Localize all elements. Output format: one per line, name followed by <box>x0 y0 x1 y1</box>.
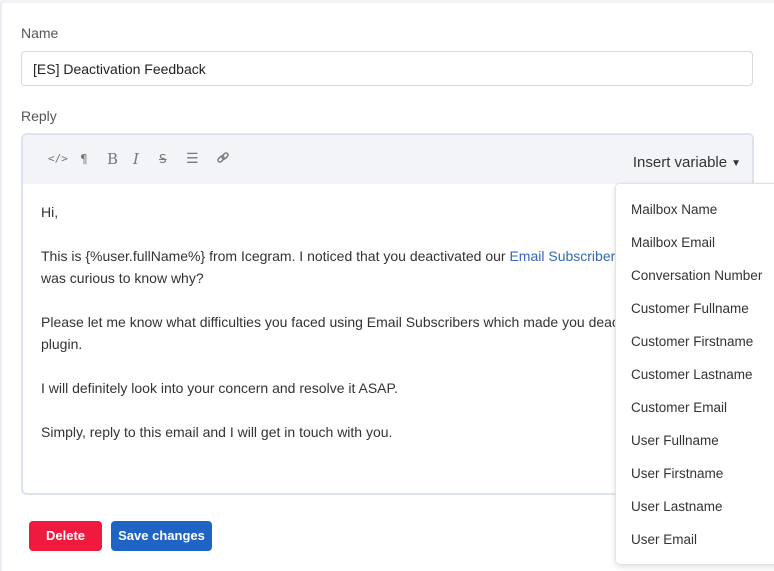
insert-variable-button[interactable]: Insert variable ▼ <box>633 154 741 171</box>
variable-mailbox-name[interactable]: Mailbox Name <box>631 202 717 217</box>
variable-customer-firstname[interactable]: Customer Firstname <box>631 334 753 349</box>
variable-customer-lastname[interactable]: Customer Lastname <box>631 367 753 382</box>
paragraph-icon[interactable]: ¶ <box>80 151 88 167</box>
variable-mailbox-email[interactable]: Mailbox Email <box>631 235 715 250</box>
email-subscribers-link[interactable]: Email Subscribers <box>509 248 622 264</box>
left-edge <box>0 3 2 571</box>
top-bar <box>0 0 774 3</box>
reply-label: Reply <box>21 108 57 124</box>
strikethrough-icon[interactable]: S <box>159 151 167 167</box>
chevron-down-icon: ▼ <box>731 158 741 169</box>
variable-user-email[interactable]: User Email <box>631 532 697 547</box>
variable-user-fullname[interactable]: User Fullname <box>631 433 719 448</box>
name-input[interactable]: [ES] Deactivation Feedback <box>21 51 753 86</box>
variable-conversation-number[interactable]: Conversation Number <box>631 268 762 283</box>
link-icon[interactable] <box>216 151 230 169</box>
save-changes-button[interactable]: Save changes <box>111 521 212 551</box>
name-label: Name <box>21 25 59 41</box>
insert-variable-label: Insert variable <box>632 154 728 171</box>
italic-icon[interactable]: I <box>133 151 139 167</box>
code-icon[interactable]: </> <box>48 151 68 167</box>
variable-customer-fullname[interactable]: Customer Fullname <box>631 301 749 316</box>
delete-button[interactable]: Delete <box>29 521 102 551</box>
editor-toolbar: </> ¶ B I S ☰ Insert variable ▼ <box>23 135 752 184</box>
variable-user-lastname[interactable]: User Lastname <box>631 499 723 514</box>
variable-user-firstname[interactable]: User Firstname <box>631 466 723 481</box>
list-icon[interactable]: ☰ <box>186 151 199 167</box>
insert-variable-dropdown: Mailbox Name Mailbox Email Conversation … <box>615 183 774 565</box>
bold-icon[interactable]: B <box>107 151 118 167</box>
variable-customer-email[interactable]: Customer Email <box>631 400 727 415</box>
